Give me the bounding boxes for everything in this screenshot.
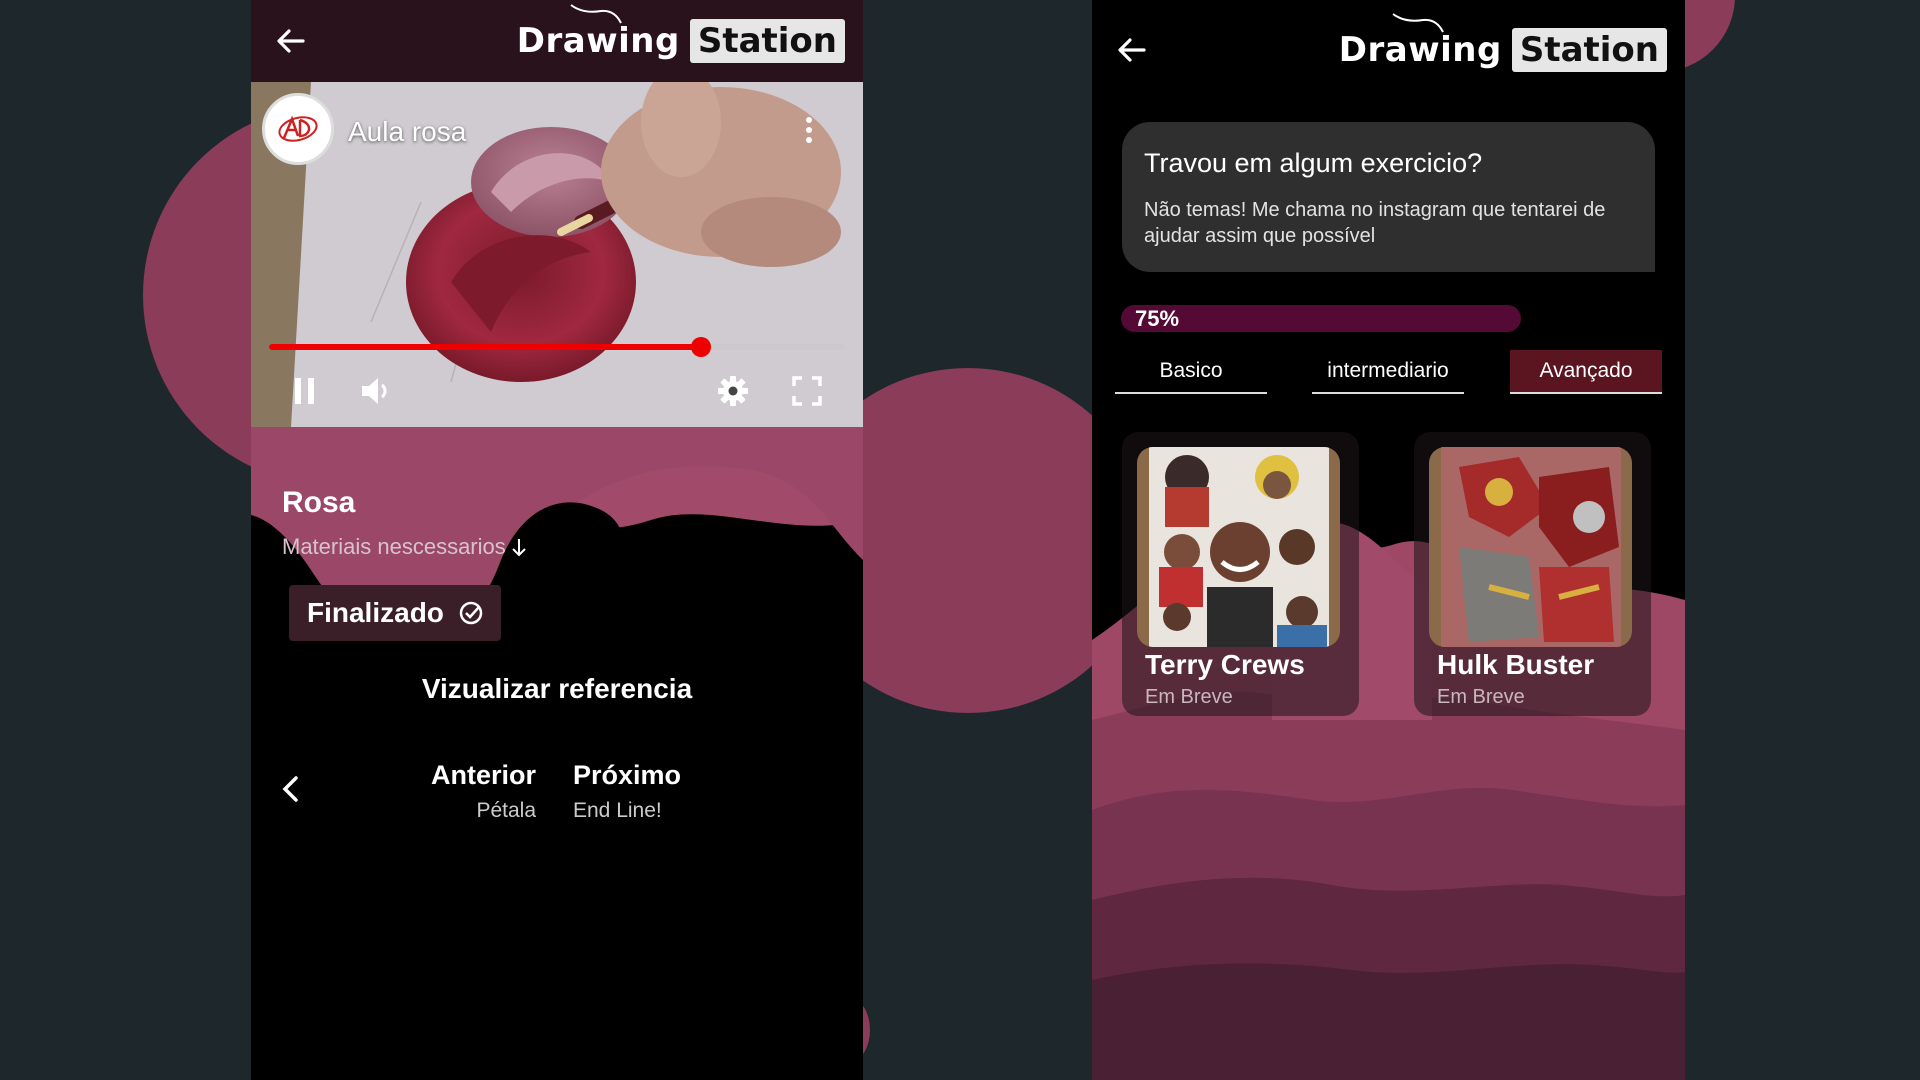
fullscreen-button[interactable] <box>788 372 826 410</box>
video-player[interactable]: Aula rosa <box>251 82 863 427</box>
app-logo: Drawing Station <box>516 4 845 63</box>
app-header: Drawing Station <box>1092 0 1685 100</box>
app-header: Drawing Station <box>251 0 863 82</box>
channel-avatar[interactable] <box>262 93 334 165</box>
lesson-screen: Drawing Station Aula rosa Rosa Materiais… <box>251 0 863 1080</box>
course-progress-label: 75% <box>1135 306 1180 331</box>
tab-intermediario[interactable]: intermediario <box>1312 350 1464 394</box>
previous-lesson-name: Pétala <box>476 799 536 822</box>
video-thumbnail-rose <box>251 82 863 427</box>
card-subtitle: Em Breve <box>1145 686 1233 708</box>
card-title: Hulk Buster <box>1437 649 1595 680</box>
video-title: Aula rosa <box>348 116 467 147</box>
next-lesson-button[interactable]: Próximo End Line! <box>573 760 723 823</box>
logo-swoosh-icon <box>1392 13 1444 33</box>
logo-swoosh-icon <box>570 4 622 24</box>
finalizado-label: Finalizado <box>307 597 444 628</box>
previous-lesson-button[interactable]: Anterior Pétala <box>406 760 536 823</box>
chevron-left-icon[interactable] <box>274 772 308 806</box>
finalizado-button[interactable]: Finalizado <box>289 585 501 641</box>
help-body: Não temas! Me chama no instagram que ten… <box>1144 199 1606 247</box>
levels-screen: Drawing Station Travou em algum exercici… <box>1092 0 1685 1080</box>
logo-word-station: Station <box>1511 28 1667 72</box>
pause-button[interactable] <box>286 372 324 410</box>
view-reference-link[interactable]: Vizualizar referencia <box>251 673 863 705</box>
card-image-hulk-buster <box>1429 447 1632 647</box>
logo-word-drawing: Drawing <box>516 21 680 61</box>
next-lesson-name: End Line! <box>573 799 662 822</box>
card-subtitle: Em Breve <box>1437 686 1525 708</box>
card-title: Terry Crews <box>1145 649 1305 680</box>
previous-label: Anterior <box>430 760 536 790</box>
tab-basico[interactable]: Basico <box>1115 350 1267 394</box>
help-title: Travou em algum exercicio? <box>1144 148 1483 178</box>
logo-word-drawing: Drawing <box>1338 30 1502 70</box>
app-logo: Drawing Station <box>1338 13 1667 72</box>
arrow-left-icon <box>1118 38 1146 62</box>
volume-icon <box>362 378 387 404</box>
logo-word-station: Station <box>689 19 845 63</box>
arrow-left-icon <box>277 29 305 53</box>
settings-button[interactable] <box>714 372 752 410</box>
arrow-down-icon <box>512 539 526 557</box>
settings-gear-icon <box>718 376 748 406</box>
card-image-terry-crews <box>1137 447 1340 647</box>
more-vertical-icon[interactable] <box>803 114 815 146</box>
ad-logo-icon <box>278 115 318 142</box>
materials-toggle[interactable]: Materiais nescessarios <box>282 534 528 560</box>
back-button[interactable] <box>271 21 311 61</box>
lesson-title: Rosa <box>282 486 356 519</box>
video-scrubber-handle[interactable] <box>691 337 711 357</box>
next-label: Próximo <box>573 760 682 790</box>
volume-button[interactable] <box>357 372 395 410</box>
course-progress-bar: 75% <box>1121 305 1521 332</box>
materials-label: Materiais nescessarios <box>282 534 506 559</box>
tab-label: Avançado <box>1539 359 1633 382</box>
lesson-card-terry-crews[interactable]: Terry Crews Em Breve <box>1122 432 1359 716</box>
pause-icon <box>295 378 314 404</box>
tab-label: Basico <box>1159 359 1223 382</box>
tab-label: intermediario <box>1327 359 1449 382</box>
check-circle-icon <box>459 601 483 625</box>
tab-avancado[interactable]: Avançado <box>1510 350 1662 394</box>
help-card: Travou em algum exercicio? Não temas! Me… <box>1122 122 1655 272</box>
video-progress-bar[interactable] <box>269 337 845 357</box>
back-button[interactable] <box>1112 30 1152 70</box>
fullscreen-icon <box>792 376 822 406</box>
lesson-card-hulk-buster[interactable]: Hulk Buster Em Breve <box>1414 432 1651 716</box>
video-progress-fill <box>269 344 701 350</box>
